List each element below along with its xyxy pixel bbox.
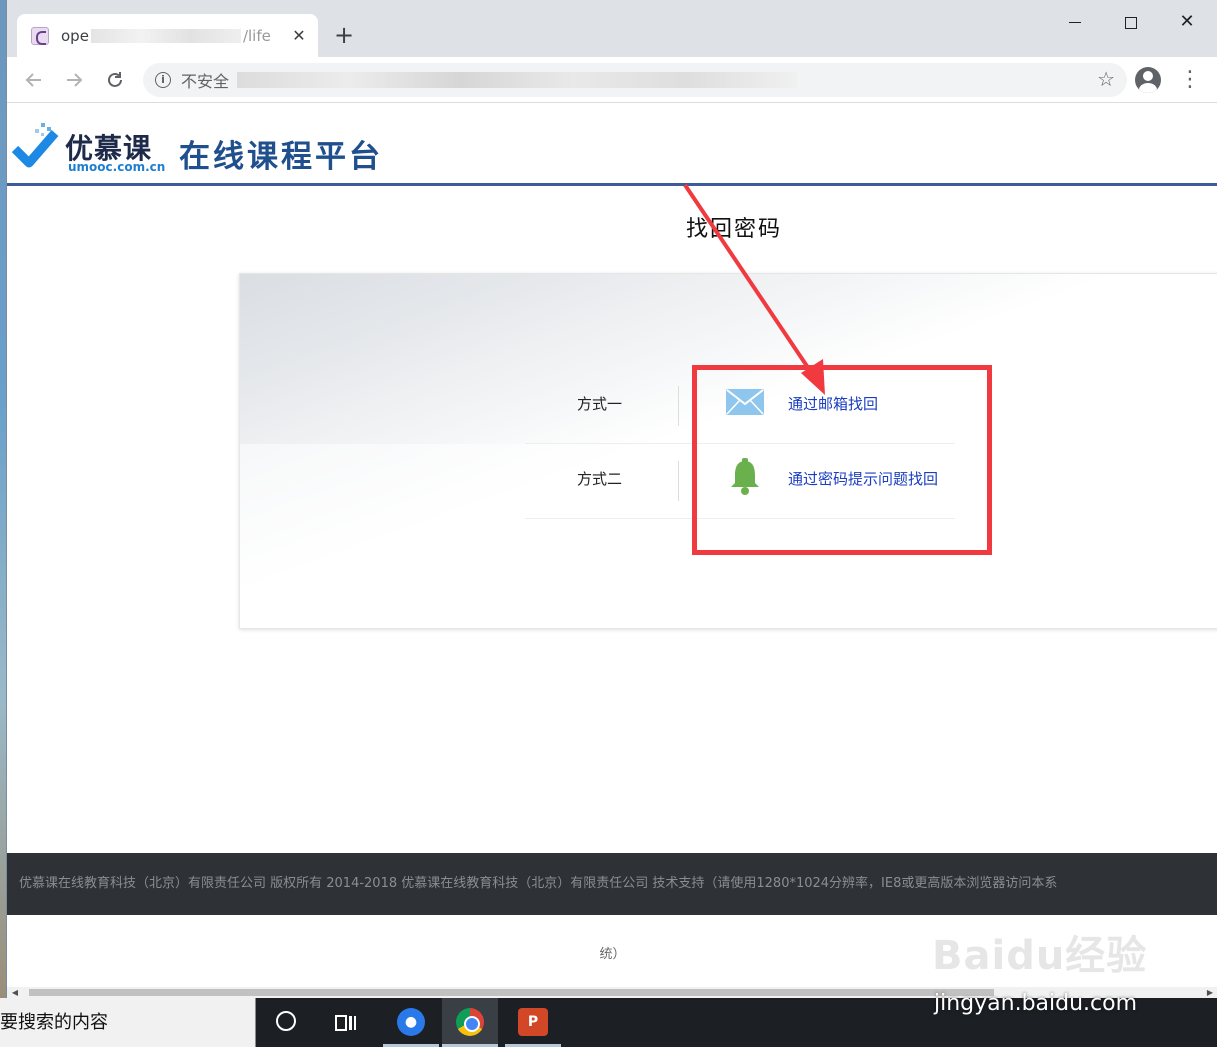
taskbar-app-people[interactable]: ● bbox=[383, 998, 439, 1047]
watermark-brand: Baidu经验 bbox=[932, 933, 1148, 979]
forward-button[interactable] bbox=[59, 65, 89, 95]
new-tab-button[interactable]: + bbox=[329, 20, 359, 50]
method-label: 方式二 bbox=[577, 470, 623, 488]
task-view-button[interactable] bbox=[318, 998, 374, 1047]
scrollbar-thumb[interactable] bbox=[29, 989, 994, 996]
cortana-button[interactable] bbox=[258, 998, 314, 1047]
tab-close-icon[interactable]: ✕ bbox=[290, 26, 308, 45]
site-footer: 优慕课在线教育科技（北京）有限责任公司 版权所有 2014-2018 优慕课在线… bbox=[7, 853, 1217, 915]
people-icon: ● bbox=[397, 1008, 425, 1036]
baidu-watermark: Baidu经验 jingyan.baidu.com bbox=[930, 915, 1190, 1025]
web-page: 优慕课 umooc.com.cn 在线课程平台 找回密码 方式一 通过邮箱找回 … bbox=[7, 103, 1217, 998]
back-button[interactable] bbox=[19, 65, 49, 95]
tab-title-start: ope bbox=[61, 26, 89, 45]
tab-title-end: /life bbox=[242, 26, 271, 45]
task-view-icon bbox=[335, 1015, 356, 1031]
browser-window: ope/life ✕ + ✕ i 不安全 ☆ ⋮ 优慕课 umooc.com.c… bbox=[6, 0, 1217, 998]
scroll-left-icon[interactable]: ◀ bbox=[9, 987, 21, 998]
method-label: 方式一 bbox=[577, 395, 623, 413]
taskbar-search-input[interactable]: 要搜索的内容 bbox=[0, 998, 256, 1047]
powerpoint-icon: P bbox=[518, 1008, 548, 1036]
browser-menu-icon[interactable]: ⋮ bbox=[1179, 67, 1201, 93]
window-maximize-button[interactable] bbox=[1111, 8, 1151, 36]
window-minimize-button[interactable] bbox=[1055, 8, 1095, 36]
annotation-arrow-icon bbox=[683, 183, 825, 395]
reload-icon bbox=[108, 72, 122, 87]
tab-title: ope/life bbox=[61, 27, 290, 45]
info-icon[interactable]: i bbox=[155, 72, 171, 88]
divider bbox=[678, 461, 679, 501]
scroll-right-icon[interactable]: ▶ bbox=[1204, 987, 1216, 998]
site-favicon-icon bbox=[31, 26, 49, 45]
logo-domain: umooc.com.cn bbox=[68, 160, 166, 174]
minimize-icon bbox=[1069, 22, 1081, 23]
chrome-icon bbox=[456, 1008, 484, 1036]
address-bar[interactable]: i 不安全 ☆ bbox=[143, 63, 1127, 97]
browser-titlebar: ope/life ✕ + ✕ bbox=[7, 0, 1217, 57]
taskbar-app-chrome[interactable] bbox=[442, 998, 498, 1047]
account-icon[interactable] bbox=[1135, 67, 1161, 93]
url-redacted bbox=[237, 72, 798, 88]
umooc-logo-icon[interactable] bbox=[11, 121, 61, 171]
window-close-button[interactable]: ✕ bbox=[1167, 8, 1207, 36]
site-header: 优慕课 umooc.com.cn 在线课程平台 bbox=[7, 103, 1217, 186]
bookmark-star-icon[interactable]: ☆ bbox=[1097, 67, 1115, 91]
maximize-icon bbox=[1125, 16, 1137, 29]
reload-button[interactable] bbox=[100, 65, 130, 95]
arrow-left-icon bbox=[25, 73, 41, 87]
tab-title-redacted bbox=[90, 29, 241, 43]
cortana-icon bbox=[276, 1011, 296, 1031]
taskbar-app-powerpoint[interactable]: P bbox=[505, 998, 561, 1047]
security-status: 不安全 bbox=[181, 72, 230, 91]
browser-tab[interactable]: ope/life ✕ bbox=[17, 14, 318, 57]
arrow-right-icon bbox=[67, 73, 83, 87]
browser-toolbar: i 不安全 ☆ ⋮ bbox=[7, 57, 1217, 103]
platform-title: 在线课程平台 bbox=[179, 139, 383, 175]
watermark-url: jingyan.baidu.com bbox=[934, 991, 1138, 1016]
